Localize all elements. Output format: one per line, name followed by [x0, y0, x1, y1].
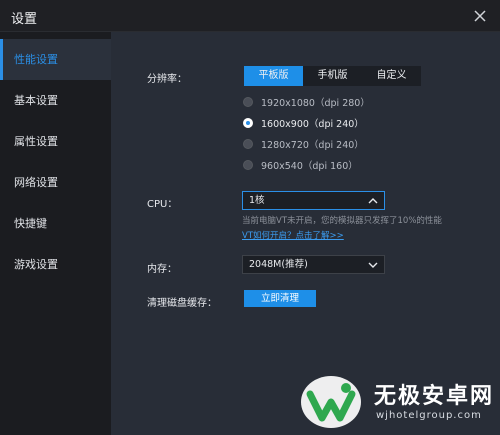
- window-title: 设置: [11, 12, 38, 27]
- radio-button[interactable]: [243, 160, 253, 170]
- tab-phone[interactable]: 手机版: [303, 66, 362, 86]
- chevron-up-icon: [368, 198, 378, 204]
- watermark-logo-icon: [301, 376, 361, 428]
- watermark-name: 无极安卓网: [374, 384, 495, 409]
- sidebar-item-performance[interactable]: 性能设置: [0, 39, 111, 80]
- resolution-label: 分辨率：: [147, 74, 187, 85]
- vt-help-link[interactable]: VT如何开启？点击了解>>: [242, 229, 344, 241]
- tab-tablet[interactable]: 平板版: [244, 66, 303, 86]
- sidebar-item-basic[interactable]: 基本设置: [0, 80, 111, 121]
- watermark: 无极安卓网 wjhotelgroup.com: [296, 372, 496, 432]
- resolution-option-1280[interactable]: 1280x720（dpi 240）: [243, 136, 364, 152]
- close-icon[interactable]: [470, 6, 490, 26]
- clear-cache-button[interactable]: 立即清理: [244, 290, 316, 307]
- memory-select[interactable]: 2048M(推荐): [242, 255, 385, 274]
- memory-label: 内存：: [147, 264, 177, 275]
- radio-button[interactable]: [243, 139, 253, 149]
- watermark-url: wjhotelgroup.com: [376, 410, 482, 421]
- chevron-down-icon: [368, 262, 378, 268]
- tab-custom[interactable]: 自定义: [362, 66, 421, 86]
- cpu-label: CPU：: [147, 199, 178, 210]
- sidebar-item-shortcuts[interactable]: 快捷键: [0, 203, 111, 244]
- vt-warning-text: 当前电脑VT未开启，您的模拟器只发挥了10%的性能: [242, 216, 442, 226]
- resolution-option-label: 1600x900（dpi 240）: [261, 119, 364, 130]
- resolution-option-label: 1920x1080（dpi 280）: [261, 98, 370, 109]
- resolution-option-1920[interactable]: 1920x1080（dpi 280）: [243, 94, 370, 110]
- resolution-mode-tabs: 平板版 手机版 自定义: [244, 66, 421, 86]
- radio-button-checked[interactable]: [243, 118, 253, 128]
- settings-sidebar: 性能设置 基本设置 属性设置 网络设置 快捷键 游戏设置: [0, 32, 111, 435]
- resolution-option-960[interactable]: 960x540（dpi 160）: [243, 157, 358, 173]
- sidebar-item-game[interactable]: 游戏设置: [0, 244, 111, 285]
- resolution-option-label: 960x540（dpi 160）: [261, 161, 358, 172]
- clear-cache-label: 清理磁盘缓存：: [147, 298, 217, 309]
- sidebar-item-properties[interactable]: 属性设置: [0, 121, 111, 162]
- cpu-select[interactable]: 1核: [242, 191, 385, 210]
- radio-button[interactable]: [243, 97, 253, 107]
- resolution-option-1600[interactable]: 1600x900（dpi 240）: [243, 115, 364, 131]
- resolution-option-label: 1280x720（dpi 240）: [261, 140, 364, 151]
- memory-select-value: 2048M(推荐): [249, 259, 308, 270]
- cpu-select-value: 1核: [249, 195, 265, 206]
- sidebar-item-network[interactable]: 网络设置: [0, 162, 111, 203]
- title-bar: 设置: [0, 0, 500, 32]
